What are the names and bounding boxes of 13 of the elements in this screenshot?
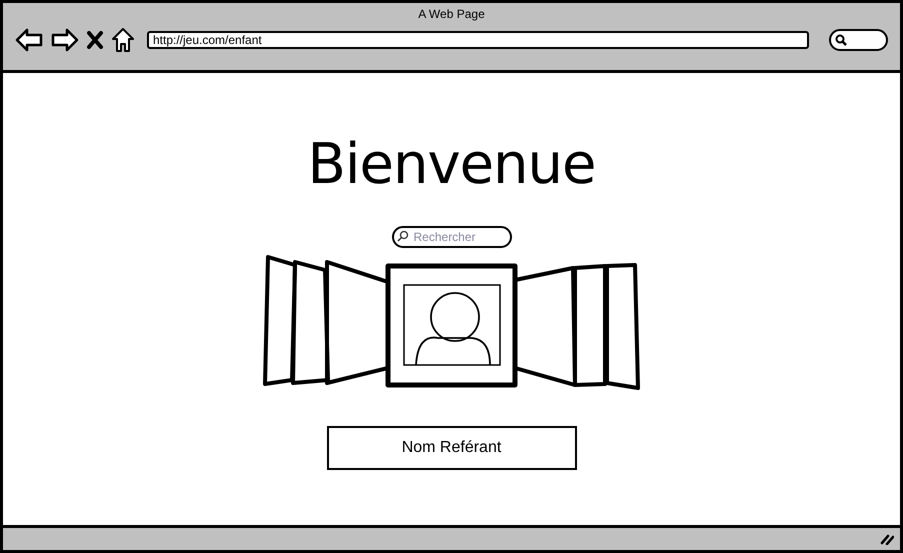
search-field[interactable]	[829, 29, 888, 51]
search-icon	[396, 230, 408, 242]
search-icon	[835, 34, 847, 46]
search-field[interactable]: Rechercher	[392, 226, 512, 248]
forward-icon[interactable]	[51, 28, 79, 52]
window-title: A Web Page	[418, 7, 485, 21]
referent-name-button[interactable]: Nom Reférant	[326, 426, 576, 470]
home-icon[interactable]	[111, 27, 135, 53]
resize-grip-icon[interactable]	[880, 533, 894, 545]
back-icon[interactable]	[15, 28, 43, 52]
close-icon[interactable]	[87, 31, 103, 49]
address-field[interactable]: http://jeu.com/enfant	[147, 31, 809, 49]
page-heading: Bienvenue	[308, 133, 596, 197]
